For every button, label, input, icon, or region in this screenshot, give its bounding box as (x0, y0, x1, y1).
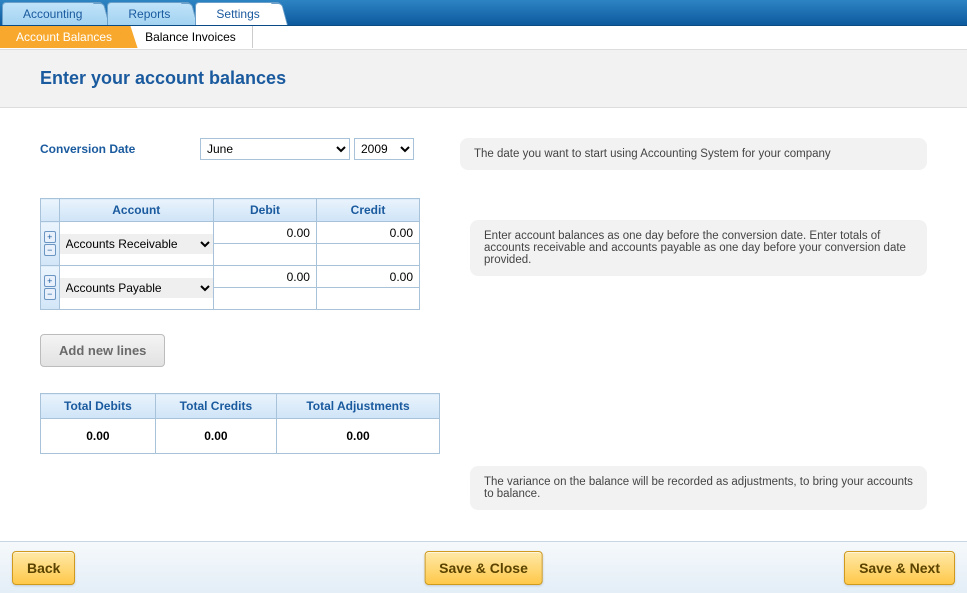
top-nav: Accounting Reports Settings (0, 0, 967, 26)
debit-input[interactable] (214, 267, 316, 287)
credit-input[interactable] (317, 267, 419, 287)
plus-icon[interactable]: + (44, 231, 56, 243)
minus-icon[interactable]: − (44, 244, 56, 256)
footer-bar: Back Save & Close Save & Next (0, 541, 967, 593)
credit-input[interactable] (317, 223, 419, 243)
totals-help: The variance on the balance will be reco… (470, 466, 927, 510)
total-debits-value: 0.00 (41, 419, 156, 454)
col-account: Account (59, 199, 213, 222)
col-total-adjustments: Total Adjustments (276, 394, 439, 419)
conversion-year-select[interactable]: 2009 (354, 138, 414, 160)
tab-accounting[interactable]: Accounting (2, 2, 103, 25)
add-new-lines-button[interactable]: Add new lines (40, 334, 165, 367)
col-debit: Debit (214, 199, 317, 222)
conversion-help: The date you want to start using Account… (460, 138, 927, 170)
total-adjustments-value: 0.00 (276, 419, 439, 454)
table-row: + − Accounts Payable (41, 266, 420, 288)
totals-table: Total Debits Total Credits Total Adjustm… (40, 393, 440, 454)
balances-table: Account Debit Credit + − (40, 198, 420, 310)
save-close-button[interactable]: Save & Close (424, 551, 543, 585)
table-row: + − Accounts Receivable (41, 222, 420, 244)
sub-nav: Account Balances Balance Invoices (0, 26, 967, 50)
account-select[interactable]: Accounts Receivable (60, 234, 213, 254)
content-area: Conversion Date June 2009 The date you w… (0, 108, 967, 545)
col-total-credits: Total Credits (155, 394, 276, 419)
col-credit: Credit (316, 199, 419, 222)
page-title: Enter your account balances (0, 50, 967, 108)
save-next-button[interactable]: Save & Next (844, 551, 955, 585)
back-button[interactable]: Back (12, 551, 75, 585)
debit-input[interactable] (214, 223, 316, 243)
balances-help: Enter account balances as one day before… (470, 220, 927, 276)
subtab-balance-invoices[interactable]: Balance Invoices (129, 26, 253, 48)
subtab-account-balances[interactable]: Account Balances (0, 26, 129, 48)
tab-reports[interactable]: Reports (107, 2, 191, 25)
minus-icon[interactable]: − (44, 288, 56, 300)
conversion-date-label: Conversion Date (40, 138, 200, 170)
col-total-debits: Total Debits (41, 394, 156, 419)
account-select[interactable]: Accounts Payable (60, 278, 213, 298)
total-credits-value: 0.00 (155, 419, 276, 454)
conversion-month-select[interactable]: June (200, 138, 350, 160)
tab-settings[interactable]: Settings (195, 2, 280, 25)
plus-icon[interactable]: + (44, 275, 56, 287)
